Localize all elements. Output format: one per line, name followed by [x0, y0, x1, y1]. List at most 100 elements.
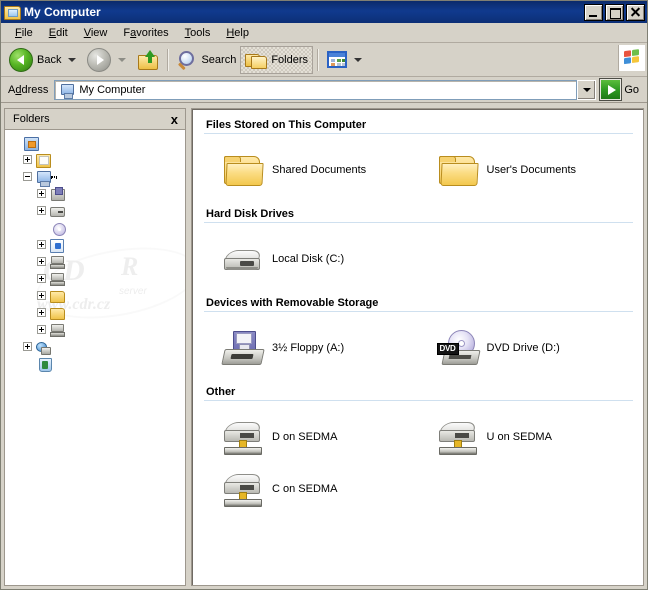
address-dropdown-button[interactable]	[577, 79, 597, 100]
recycle-bin-icon	[37, 356, 53, 372]
menu-tools[interactable]: Tools	[177, 25, 219, 41]
drive-item[interactable]: C on SEDMA	[204, 463, 419, 515]
folder-icon	[435, 147, 481, 193]
dvd-badge: DVD	[436, 343, 459, 355]
tree-item-my-computer[interactable]	[5, 168, 185, 187]
drive-item-label: Local Disk (C:)	[272, 253, 345, 265]
my-computer-icon	[59, 82, 75, 99]
my-computer-window: My Computer File Edit View Favorites Too…	[0, 0, 648, 590]
drive-item[interactable]: DVD DVD Drive (D:)	[419, 322, 634, 374]
folder-icon	[49, 305, 65, 321]
tree-item-local-disk-c[interactable]	[5, 202, 185, 219]
tree-item-my-network-places[interactable]	[5, 338, 185, 355]
network-drive-icon	[49, 254, 65, 270]
menu-view[interactable]: View	[76, 25, 116, 41]
folders-button[interactable]: Folders	[240, 45, 314, 74]
address-label: Address	[8, 83, 49, 96]
menu-edit[interactable]: Edit	[41, 25, 76, 41]
menu-bar: File Edit View Favorites Tools Help	[1, 23, 647, 43]
drive-item[interactable]: User's Documents	[419, 144, 634, 196]
drive-item-label: 3½ Floppy (A:)	[272, 342, 345, 354]
drive-item-label: C on SEDMA	[272, 483, 338, 495]
network-drive-icon	[49, 271, 65, 287]
folder-tree[interactable]: CD R server www.cdr.cz	[5, 130, 185, 585]
minimize-button[interactable]	[584, 3, 603, 21]
folders-icon	[245, 51, 268, 69]
group-heading: Files Stored on This Computer	[204, 117, 633, 134]
expand-toggle-icon[interactable]	[37, 325, 46, 334]
tree-item-c-on-sedma[interactable]	[5, 253, 185, 270]
up-folder-icon	[137, 49, 159, 70]
folders-pane-title: Folders	[13, 113, 50, 125]
tree-item-u-on-sedma[interactable]	[5, 321, 185, 338]
forward-button[interactable]	[83, 46, 133, 74]
expand-toggle-icon[interactable]	[23, 342, 32, 351]
icon-grid: D on SEDMA U on SEDMA C on SEDMA	[204, 403, 633, 521]
content-groups: Files Stored on This Computer Shared Docu…	[192, 109, 643, 535]
window-body: Folders x CD R server www.cdr.cz Files S…	[1, 105, 647, 589]
tree-item-user-s-documents[interactable]	[5, 304, 185, 321]
drive-item[interactable]: 3½ Floppy (A:)	[204, 322, 419, 374]
menu-help[interactable]: Help	[218, 25, 257, 41]
expand-toggle-icon[interactable]	[37, 257, 46, 266]
menu-file[interactable]: File	[7, 25, 41, 41]
toolbar-separator-2	[317, 48, 320, 71]
maximize-button[interactable]	[605, 3, 624, 21]
tree-item-my-documents[interactable]	[5, 151, 185, 168]
close-icon[interactable]: x	[169, 113, 180, 126]
network-places-icon	[35, 339, 51, 355]
group-heading: Hard Disk Drives	[204, 206, 633, 223]
back-dropdown-icon[interactable]	[68, 57, 77, 62]
search-button[interactable]: Search	[173, 46, 240, 74]
dvd-drive-icon	[51, 220, 67, 236]
expand-toggle-icon[interactable]	[23, 155, 32, 164]
views-dropdown-icon[interactable]	[354, 57, 363, 62]
content-group: Hard Disk Drives Local Disk (C:)	[204, 206, 633, 291]
folders-pane-header: Folders x	[5, 109, 185, 130]
expand-toggle-icon[interactable]	[37, 274, 46, 283]
up-button[interactable]	[133, 46, 163, 74]
menu-favorites[interactable]: Favorites	[115, 25, 176, 41]
tree-item-desktop[interactable]	[5, 134, 185, 151]
views-button[interactable]	[323, 46, 369, 74]
tree-item-recycle-bin[interactable]	[5, 355, 185, 372]
back-label: Back	[37, 53, 62, 66]
drive-item[interactable]: Shared Documents	[204, 144, 419, 196]
views-icon	[327, 51, 348, 68]
go-button[interactable]: Go	[597, 78, 644, 101]
drive-item-label: Shared Documents	[272, 164, 367, 176]
expand-toggle-icon[interactable]	[37, 189, 46, 198]
desktop-icon	[23, 135, 39, 151]
window-title: My Computer	[24, 5, 101, 19]
forward-arrow-icon	[87, 47, 112, 72]
tree-item-control-panel[interactable]	[5, 236, 185, 253]
forward-dropdown-icon[interactable]	[118, 57, 127, 62]
tree-item-3-floppy-a[interactable]	[5, 185, 185, 202]
tree-item-shared-documents[interactable]	[5, 287, 185, 304]
my-documents-icon	[35, 152, 51, 168]
collapse-toggle-icon[interactable]	[23, 172, 32, 181]
control-panel-icon	[49, 237, 65, 253]
expand-toggle-icon[interactable]	[37, 240, 46, 249]
tree-item-dvd-drive-d[interactable]	[5, 219, 185, 236]
content-pane: Files Stored on This Computer Shared Docu…	[191, 108, 644, 586]
toolbar: Back Search Folders	[1, 43, 647, 77]
folder-icon	[49, 288, 65, 304]
expand-toggle-icon[interactable]	[37, 206, 46, 215]
close-button[interactable]	[626, 3, 645, 21]
title-bar: My Computer	[1, 1, 647, 23]
tree-item-d-on-sedma[interactable]	[5, 270, 185, 287]
address-input[interactable]: My Computer	[54, 79, 578, 100]
drive-item[interactable]: Local Disk (C:)	[204, 233, 419, 285]
toolbar-separator	[167, 48, 170, 71]
expand-toggle-icon[interactable]	[37, 291, 46, 300]
hard-disk-icon	[49, 203, 65, 219]
drive-item[interactable]: U on SEDMA	[419, 411, 634, 463]
hard-disk-icon	[220, 236, 266, 282]
content-group: Other D on SEDMA U on SEDMA C on SEDMA	[204, 384, 633, 521]
network-drive-icon	[49, 322, 65, 338]
expand-toggle-icon[interactable]	[37, 308, 46, 317]
search-label: Search	[201, 53, 237, 66]
back-button[interactable]: Back	[5, 46, 83, 74]
drive-item[interactable]: D on SEDMA	[204, 411, 419, 463]
